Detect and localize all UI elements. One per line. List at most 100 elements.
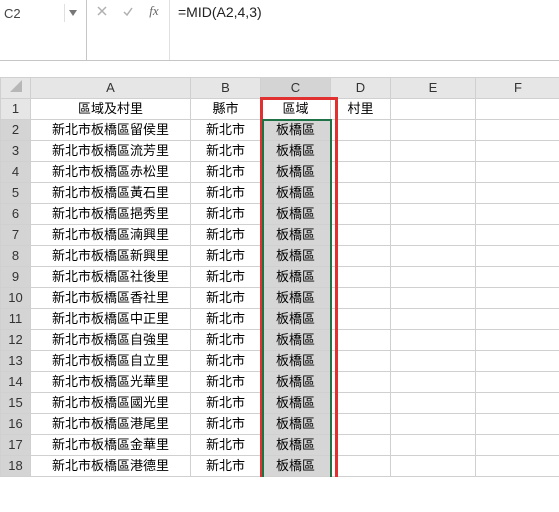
cell[interactable]: [476, 351, 559, 372]
row-header[interactable]: 8: [1, 246, 31, 267]
row-header[interactable]: 9: [1, 267, 31, 288]
fx-icon[interactable]: fx: [147, 4, 161, 18]
cell[interactable]: 新北市: [191, 435, 261, 456]
cell[interactable]: 新北市板橋區港尾里: [31, 414, 191, 435]
col-header-D[interactable]: D: [331, 78, 391, 99]
cell[interactable]: [391, 330, 476, 351]
cell[interactable]: [331, 288, 391, 309]
cell[interactable]: 新北市: [191, 225, 261, 246]
row-header[interactable]: 5: [1, 183, 31, 204]
cell[interactable]: [331, 225, 391, 246]
cell[interactable]: 新北市: [191, 162, 261, 183]
cell[interactable]: [391, 204, 476, 225]
cell[interactable]: 新北市: [191, 246, 261, 267]
cell[interactable]: [331, 246, 391, 267]
cell[interactable]: 新北市板橋區自立里: [31, 351, 191, 372]
cell[interactable]: [331, 162, 391, 183]
cell[interactable]: 區域及村里: [31, 99, 191, 120]
row-header[interactable]: 18: [1, 456, 31, 477]
cell[interactable]: 板橋區: [261, 414, 331, 435]
cell[interactable]: 新北市板橋區自強里: [31, 330, 191, 351]
col-header-F[interactable]: F: [476, 78, 559, 99]
row-header[interactable]: 11: [1, 309, 31, 330]
cell[interactable]: 新北市板橋區社後里: [31, 267, 191, 288]
name-box-dropdown[interactable]: [64, 4, 81, 22]
cell[interactable]: [331, 309, 391, 330]
row-header[interactable]: 4: [1, 162, 31, 183]
cancel-icon[interactable]: [95, 4, 109, 18]
cell[interactable]: 新北市板橋區港德里: [31, 456, 191, 477]
col-header-C[interactable]: C: [261, 78, 331, 99]
cell[interactable]: [331, 414, 391, 435]
cell[interactable]: 板橋區: [261, 330, 331, 351]
cell[interactable]: [331, 120, 391, 141]
cell[interactable]: 板橋區: [261, 309, 331, 330]
cell[interactable]: 新北市: [191, 330, 261, 351]
row-header[interactable]: 6: [1, 204, 31, 225]
row-header[interactable]: 1: [1, 99, 31, 120]
cell[interactable]: 新北市板橋區挹秀里: [31, 204, 191, 225]
cell[interactable]: 板橋區: [261, 204, 331, 225]
cell[interactable]: 新北市: [191, 456, 261, 477]
cell[interactable]: 新北市: [191, 309, 261, 330]
cell[interactable]: 新北市: [191, 141, 261, 162]
cell[interactable]: [391, 246, 476, 267]
cell[interactable]: 板橋區: [261, 456, 331, 477]
cell[interactable]: [391, 183, 476, 204]
col-header-A[interactable]: A: [31, 78, 191, 99]
cell[interactable]: [331, 351, 391, 372]
cell[interactable]: [476, 435, 559, 456]
col-header-B[interactable]: B: [191, 78, 261, 99]
cell[interactable]: [391, 414, 476, 435]
cell[interactable]: [476, 141, 559, 162]
select-all-corner[interactable]: [1, 78, 31, 99]
cell[interactable]: [391, 309, 476, 330]
col-header-E[interactable]: E: [391, 78, 476, 99]
cell[interactable]: 板橋區: [261, 351, 331, 372]
cell[interactable]: [391, 225, 476, 246]
cell[interactable]: [391, 435, 476, 456]
cell[interactable]: 新北市板橋區留侯里: [31, 120, 191, 141]
cell[interactable]: 新北市板橋區光華里: [31, 372, 191, 393]
cell[interactable]: 新北市: [191, 120, 261, 141]
cell[interactable]: 新北市板橋區香社里: [31, 288, 191, 309]
cell[interactable]: [331, 141, 391, 162]
cell[interactable]: [476, 183, 559, 204]
cell[interactable]: [476, 456, 559, 477]
cell[interactable]: [391, 141, 476, 162]
cell[interactable]: [331, 267, 391, 288]
name-box-input[interactable]: [0, 4, 64, 23]
cell[interactable]: 板橋區: [261, 288, 331, 309]
row-header[interactable]: 14: [1, 372, 31, 393]
cell[interactable]: [476, 99, 559, 120]
cell[interactable]: 區域: [261, 99, 331, 120]
cell[interactable]: [391, 288, 476, 309]
cell[interactable]: [476, 162, 559, 183]
cell[interactable]: 新北市板橋區湳興里: [31, 225, 191, 246]
cell[interactable]: [331, 435, 391, 456]
cell[interactable]: [331, 372, 391, 393]
cell[interactable]: [391, 351, 476, 372]
cell[interactable]: 新北市: [191, 204, 261, 225]
cell[interactable]: 新北市板橋區新興里: [31, 246, 191, 267]
cell[interactable]: [476, 372, 559, 393]
row-header[interactable]: 16: [1, 414, 31, 435]
cell[interactable]: [476, 120, 559, 141]
cell[interactable]: [476, 309, 559, 330]
cell[interactable]: 板橋區: [261, 183, 331, 204]
cell[interactable]: [391, 120, 476, 141]
cell[interactable]: 新北市板橋區赤松里: [31, 162, 191, 183]
cell[interactable]: [476, 414, 559, 435]
row-header[interactable]: 17: [1, 435, 31, 456]
cell[interactable]: [331, 393, 391, 414]
formula-input[interactable]: =MID(A2,4,3): [170, 0, 559, 60]
cell[interactable]: 板橋區: [261, 267, 331, 288]
row-header[interactable]: 7: [1, 225, 31, 246]
cell[interactable]: 縣市: [191, 99, 261, 120]
cell[interactable]: [331, 183, 391, 204]
cell[interactable]: 新北市: [191, 414, 261, 435]
row-header[interactable]: 13: [1, 351, 31, 372]
cell[interactable]: 新北市: [191, 372, 261, 393]
cell[interactable]: 板橋區: [261, 141, 331, 162]
cell[interactable]: [391, 393, 476, 414]
